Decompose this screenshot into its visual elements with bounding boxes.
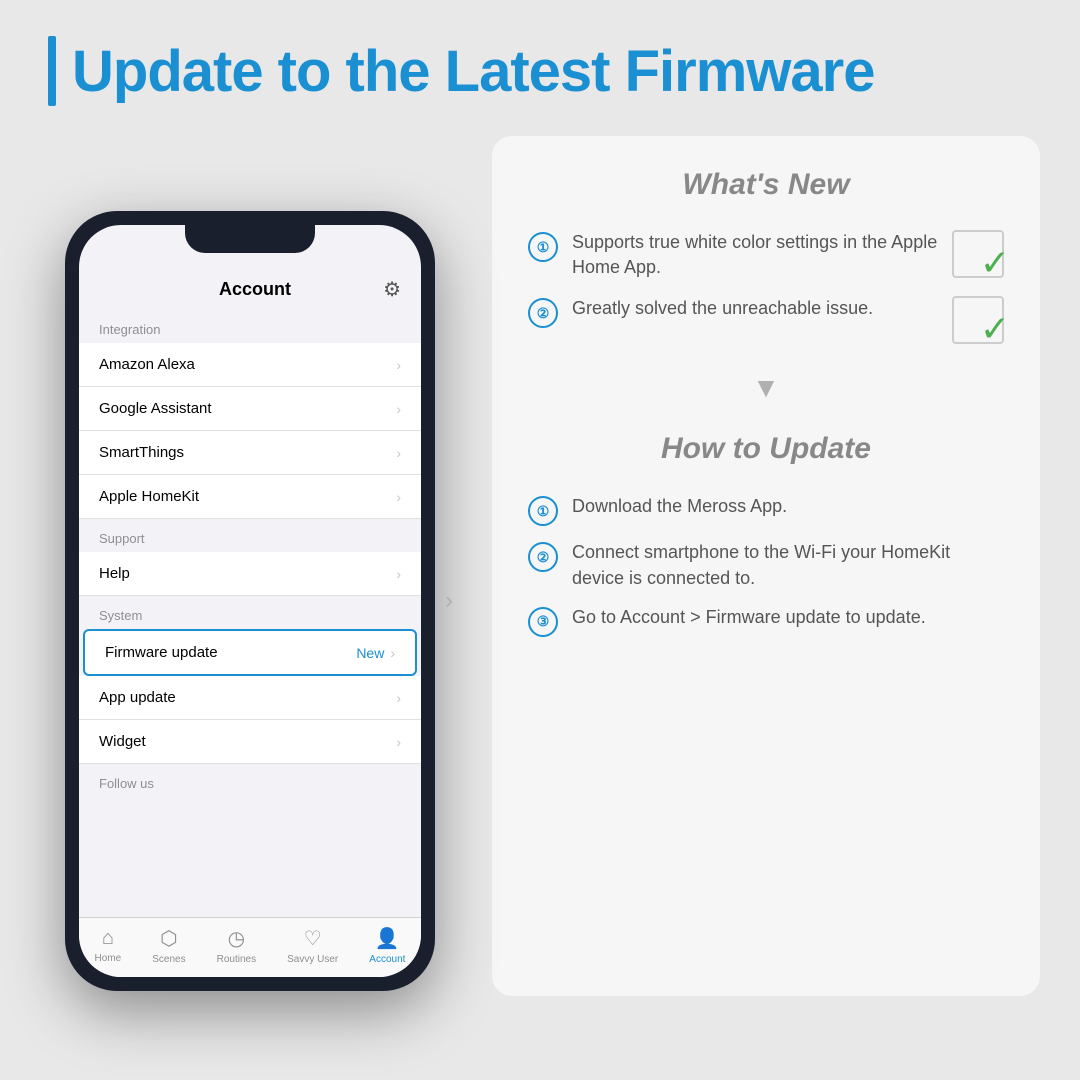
chevron-icon: › xyxy=(396,566,401,582)
whats-new-title: What's New xyxy=(528,168,1004,202)
google-assistant-item[interactable]: Google Assistant › xyxy=(79,387,421,431)
home-icon: ⌂ xyxy=(102,927,114,950)
feature-num-1: ① xyxy=(528,232,558,262)
widget-item[interactable]: Widget › xyxy=(79,720,421,764)
phone-notch xyxy=(185,225,315,253)
nav-account[interactable]: 👤 Account xyxy=(369,926,405,965)
support-section-label: Support xyxy=(79,519,421,552)
new-badge: New xyxy=(356,645,384,661)
chevron-icon: › xyxy=(390,645,395,661)
firmware-update-right: New › xyxy=(356,645,395,661)
account-icon: 👤 xyxy=(375,926,400,951)
nav-scenes[interactable]: ⬡ Scenes xyxy=(152,926,185,965)
smartthings-item[interactable]: SmartThings › xyxy=(79,431,421,475)
amazon-alexa-label: Amazon Alexa xyxy=(99,356,195,373)
step-item-2: ② Connect smartphone to the Wi-Fi your H… xyxy=(528,540,1004,590)
chevron-icon: › xyxy=(396,489,401,505)
integration-section-label: Integration xyxy=(79,310,421,343)
arrow-divider: ▼ xyxy=(528,364,1004,412)
apple-homekit-item[interactable]: Apple HomeKit › xyxy=(79,475,421,519)
smartthings-label: SmartThings xyxy=(99,444,184,461)
how-to-title: How to Update xyxy=(528,432,1004,466)
firmware-update-label: Firmware update xyxy=(105,644,218,661)
header-accent-bar xyxy=(48,36,56,106)
google-assistant-label: Google Assistant xyxy=(99,400,212,417)
help-label: Help xyxy=(99,565,130,582)
step-num-3: ③ xyxy=(528,607,558,637)
nav-routines[interactable]: ◷ Routines xyxy=(217,926,256,965)
apple-homekit-label: Apple HomeKit xyxy=(99,488,199,505)
phone-mockup: Account ⚙ Integration Amazon Alexa › Goo… xyxy=(65,211,435,991)
step-num-1: ① xyxy=(528,496,558,526)
step-item-3: ③ Go to Account > Firmware update to upd… xyxy=(528,605,1004,637)
whats-new-section: What's New xyxy=(528,168,1004,210)
help-item[interactable]: Help › xyxy=(79,552,421,596)
nav-home-label: Home xyxy=(95,953,122,964)
follow-us-label: Follow us xyxy=(79,764,421,797)
page-title: Update to the Latest Firmware xyxy=(72,38,874,105)
check-mark-icon-1: ✓ xyxy=(980,242,1010,284)
chevron-icon: › xyxy=(396,734,401,750)
nav-savvy-user[interactable]: ♡ Savvy User xyxy=(287,926,338,965)
step-num-2: ② xyxy=(528,542,558,572)
settings-icon[interactable]: ⚙ xyxy=(383,277,401,302)
savvy-user-icon: ♡ xyxy=(304,926,322,951)
info-panel: What's New ① Supports true white color s… xyxy=(492,136,1040,996)
step-text-2: Connect smartphone to the Wi-Fi your Hom… xyxy=(572,540,1004,590)
page-header: Update to the Latest Firmware xyxy=(0,0,1080,126)
main-content: Account ⚙ Integration Amazon Alexa › Goo… xyxy=(0,126,1080,1076)
step-text-3: Go to Account > Firmware update to updat… xyxy=(572,605,926,630)
check-mark-icon-2: ✓ xyxy=(980,308,1010,350)
scenes-icon: ⬡ xyxy=(160,926,177,951)
feature-text-1: Supports true white color settings in th… xyxy=(572,230,938,280)
bottom-navigation: ⌂ Home ⬡ Scenes ◷ Routines ♡ xyxy=(79,917,421,977)
app-update-item[interactable]: App update › xyxy=(79,676,421,720)
widget-label: Widget xyxy=(99,733,146,750)
chevron-icon: › xyxy=(396,357,401,373)
system-section-label: System xyxy=(79,596,421,629)
chevron-icon: › xyxy=(396,445,401,461)
down-arrow-icon: ▼ xyxy=(752,372,780,404)
step-item-1: ① Download the Meross App. xyxy=(528,494,1004,526)
phone-header: Account ⚙ xyxy=(79,267,421,310)
nav-account-label: Account xyxy=(369,954,405,965)
side-scroll-arrow: › xyxy=(445,587,453,615)
nav-scenes-label: Scenes xyxy=(152,954,185,965)
firmware-update-item[interactable]: Firmware update New › xyxy=(83,629,417,676)
screen-content: Account ⚙ Integration Amazon Alexa › Goo… xyxy=(79,225,421,977)
feature-item-1: ① Supports true white color settings in … xyxy=(528,230,1004,280)
check-box-2: ✓ xyxy=(952,296,1004,344)
check-box-1: ✓ xyxy=(952,230,1004,278)
feature-num-2: ② xyxy=(528,298,558,328)
app-update-label: App update xyxy=(99,689,176,706)
nav-routines-label: Routines xyxy=(217,954,256,965)
amazon-alexa-item[interactable]: Amazon Alexa › xyxy=(79,343,421,387)
chevron-icon: › xyxy=(396,690,401,706)
feature-item-2: ② Greatly solved the unreachable issue. … xyxy=(528,296,1004,344)
phone-mockup-container: Account ⚙ Integration Amazon Alexa › Goo… xyxy=(40,126,460,1076)
features-list: ① Supports true white color settings in … xyxy=(528,230,1004,344)
routines-icon: ◷ xyxy=(228,926,245,951)
nav-home[interactable]: ⌂ Home xyxy=(95,927,122,964)
step-text-1: Download the Meross App. xyxy=(572,494,787,519)
phone-screen: Account ⚙ Integration Amazon Alexa › Goo… xyxy=(79,225,421,977)
feature-text-2: Greatly solved the unreachable issue. xyxy=(572,296,938,321)
chevron-icon: › xyxy=(396,401,401,417)
phone-screen-title: Account xyxy=(219,279,291,300)
how-to-section: How to Update xyxy=(528,432,1004,474)
how-to-list: ① Download the Meross App. ② Connect sma… xyxy=(528,494,1004,636)
nav-savvy-user-label: Savvy User xyxy=(287,954,338,965)
